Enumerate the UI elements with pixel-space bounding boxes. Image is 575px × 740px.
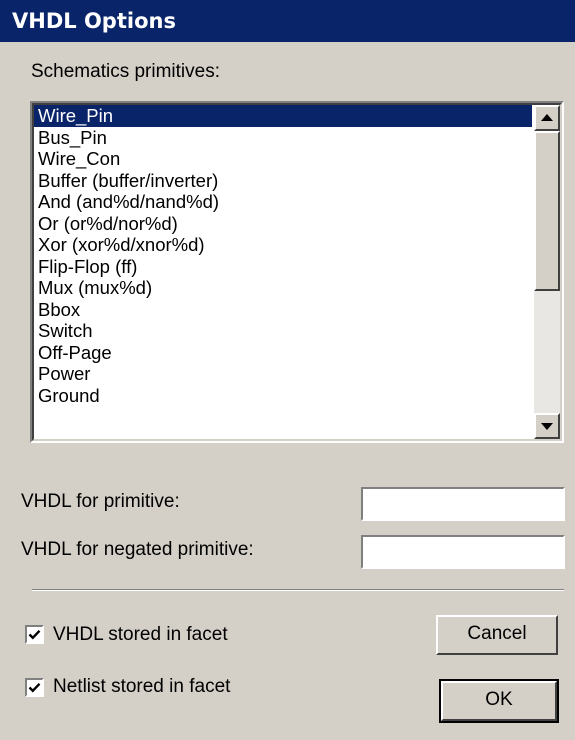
- primitives-label: Schematics primitives:: [31, 61, 220, 82]
- dialog-title: VHDL Options: [12, 9, 176, 33]
- netlist-stored-checkbox[interactable]: [25, 678, 44, 697]
- list-item[interactable]: Wire_Con: [34, 148, 532, 170]
- list-item[interactable]: Or (or%d/nor%d): [34, 213, 532, 235]
- list-scrollbar[interactable]: [534, 105, 560, 439]
- vhdl-negated-input[interactable]: [361, 535, 565, 569]
- ok-button-label: OK: [485, 689, 513, 710]
- list-item[interactable]: Bus_Pin: [34, 127, 532, 149]
- arrow-down-icon: [541, 423, 553, 430]
- cancel-button-label: Cancel: [467, 623, 527, 644]
- list-item[interactable]: And (and%d/nand%d): [34, 191, 532, 213]
- list-item[interactable]: Switch: [34, 320, 532, 342]
- vhdl-primitive-label: VHDL for primitive:: [21, 491, 180, 512]
- vhdl-stored-label: VHDL stored in facet: [53, 624, 228, 645]
- vhdl-primitive-input[interactable]: [361, 487, 565, 521]
- primitives-list-items: Wire_Pin Bus_Pin Wire_Con Buffer (buffer/in…: [34, 105, 532, 406]
- list-item[interactable]: Power: [34, 363, 532, 385]
- list-item[interactable]: Ground: [34, 385, 532, 407]
- dialog-title-bar: VHDL Options: [0, 0, 575, 42]
- cancel-button[interactable]: Cancel: [436, 615, 558, 655]
- list-item[interactable]: Bbox: [34, 299, 532, 321]
- checkmark-icon: [28, 682, 41, 693]
- list-item[interactable]: Wire_Pin: [34, 105, 532, 127]
- checkmark-icon: [28, 629, 41, 640]
- list-item[interactable]: Off-Page: [34, 342, 532, 364]
- vhdl-stored-checkbox[interactable]: [25, 625, 44, 644]
- ok-button[interactable]: OK: [439, 679, 559, 723]
- list-item[interactable]: Flip-Flop (ff): [34, 256, 532, 278]
- scroll-thumb[interactable]: [534, 131, 560, 291]
- vhdl-negated-label: VHDL for negated primitive:: [21, 539, 254, 560]
- list-item[interactable]: Buffer (buffer/inverter): [34, 170, 532, 192]
- arrow-up-icon: [541, 114, 553, 121]
- scroll-down-button[interactable]: [534, 413, 560, 439]
- scroll-up-button[interactable]: [534, 105, 560, 131]
- list-item[interactable]: Mux (mux%d): [34, 277, 532, 299]
- list-item[interactable]: Xor (xor%d/xnor%d): [34, 234, 532, 256]
- separator-line: [32, 589, 564, 591]
- primitives-listbox[interactable]: Wire_Pin Bus_Pin Wire_Con Buffer (buffer/in…: [30, 101, 564, 443]
- netlist-stored-label: Netlist stored in facet: [53, 676, 231, 697]
